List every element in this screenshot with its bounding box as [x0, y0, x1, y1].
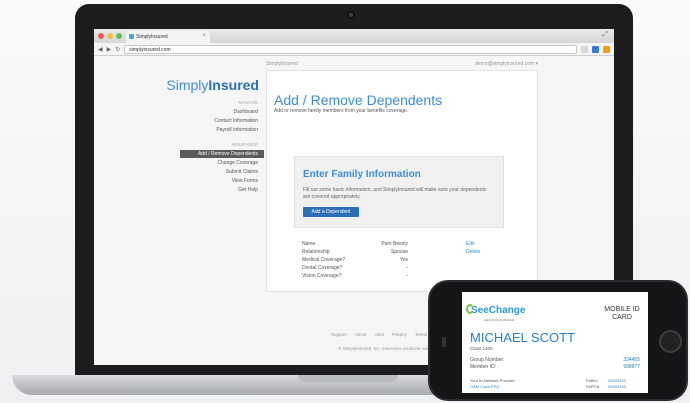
footer-link-jobs[interactable]: Jobs	[375, 332, 385, 337]
close-window-icon[interactable]	[98, 33, 104, 39]
maximize-window-icon[interactable]	[116, 33, 122, 39]
expand-icon[interactable]: ⤢	[602, 31, 608, 39]
browser-tab[interactable]: SimplyInsured ×	[126, 31, 210, 43]
browser-toolbar: ◀ ▶ ↻ simplyinsured.com	[94, 43, 614, 56]
network-label: Your In-Network Provider:	[470, 378, 516, 383]
topbar-brand[interactable]: SimplyInsured	[266, 61, 298, 67]
account-menu[interactable]: demo@simplyinsured.com ▾	[475, 61, 538, 67]
seechange-tagline: HEALTH INSURANCE	[484, 318, 515, 322]
member-id-value: 998877	[623, 364, 640, 370]
stage: SimplyInsured × ⤢ ◀ ▶ ↻ simplyinsured.co…	[0, 0, 690, 403]
footer-link-terms[interactable]: Terms	[415, 332, 427, 337]
sidebar-item-contact-information[interactable]: Contact Information	[214, 118, 258, 124]
sidebar-item-get-help[interactable]: Get Help	[238, 187, 258, 193]
add-dependent-button[interactable]: Add a Dependent	[303, 207, 359, 217]
table-row: Dental Coverage? -	[294, 265, 504, 273]
content-card: Add / Remove Dependents Add or remove fa…	[266, 70, 538, 292]
table-row: Relationship Spouse Delete	[294, 249, 504, 257]
nav-section-manage: MANAGE	[238, 100, 258, 105]
sidebar-item-change-coverage[interactable]: Change Coverage	[217, 160, 258, 166]
seechange-logo: SeeChange	[471, 305, 526, 316]
dependent-value: Pam Beesly	[381, 241, 408, 247]
extension-icon[interactable]	[581, 45, 588, 53]
member-id-label: Member ID:	[470, 364, 497, 370]
phone-speaker	[442, 337, 446, 347]
sidebar-item-add-remove-dependents[interactable]: Add / Remove Dependents	[180, 150, 264, 158]
dependent-label: Relationship	[302, 249, 330, 255]
page-subtitle: Add or remove family members from your b…	[274, 108, 409, 114]
tab-close-icon[interactable]: ×	[202, 33, 206, 39]
rxpcn-value: 03333333	[608, 384, 626, 389]
edit-link[interactable]: Edit	[466, 241, 475, 247]
dependent-label: Dental Coverage?	[302, 265, 343, 271]
table-row: Name Pam Beesly Edit	[294, 241, 504, 249]
member-class: Class 1400	[470, 346, 493, 351]
sidebar-item-dashboard[interactable]: Dashboard	[234, 109, 258, 115]
network-value: OAM Copa PPO	[470, 384, 500, 389]
address-bar[interactable]: simplyinsured.com	[124, 44, 577, 54]
dependent-label: Name	[302, 241, 316, 247]
sidebar-item-submit-claims[interactable]: Submit Claims	[226, 169, 258, 175]
camera-icon	[347, 11, 355, 19]
browser-tabbar: SimplyInsured × ⤢	[94, 29, 614, 43]
sidebar: SimplyInsured MANAGE Dashboard Contact I…	[94, 56, 264, 365]
table-row: Medical Coverage? Yes	[294, 257, 504, 265]
extension-icon[interactable]	[603, 45, 610, 53]
family-info-title: Enter Family Information	[303, 169, 421, 180]
footer-link-support[interactable]: Support	[331, 332, 347, 337]
nav-section-insurance: INSURANCE	[231, 142, 258, 147]
mobile-id-card: SeeChange HEALTH INSURANCE MOBILE ID CAR…	[462, 292, 648, 393]
dependent-label: Medical Coverage?	[302, 257, 346, 263]
dependent-value: Yes	[399, 257, 408, 263]
rxbin-label: RxBin:	[586, 378, 598, 383]
topbar: SimplyInsured demo@simplyinsured.com ▾	[266, 61, 538, 67]
family-info-text: Fill out some basic information, and Sim…	[303, 187, 487, 200]
extension-icon[interactable]	[592, 45, 599, 53]
dependent-value: -	[406, 273, 408, 279]
phone: SeeChange HEALTH INSURANCE MOBILE ID CAR…	[428, 280, 688, 401]
dependent-value: Spouse	[391, 249, 408, 255]
dependent-details: Name Pam Beesly Edit Relationship Spouse…	[294, 241, 504, 281]
dependent-value: -	[406, 265, 408, 271]
group-number-value: 334455	[623, 357, 640, 363]
copyright: © SimplyInsured, Inc. Insurance products…	[338, 346, 430, 351]
group-number-row: Group Number: 334455	[470, 357, 640, 363]
footer-link-about[interactable]: About	[355, 332, 367, 337]
footer-link-privacy[interactable]: Privacy	[392, 332, 407, 337]
rxpcn-label: RxPCN:	[586, 384, 601, 389]
back-icon[interactable]: ◀	[98, 46, 103, 53]
logo[interactable]: SimplyInsured	[166, 77, 259, 93]
family-info-box: Enter Family Information Fill out some b…	[294, 156, 504, 228]
page-title: Add / Remove Dependents	[274, 92, 443, 108]
dependent-label: Vision Coverage?	[302, 273, 342, 279]
group-number-label: Group Number:	[470, 357, 505, 363]
rxbin-value: 03333333	[608, 378, 626, 383]
member-id-row: Member ID: 998877	[470, 364, 640, 370]
minimize-window-icon[interactable]	[107, 33, 113, 39]
favicon-icon	[129, 34, 134, 39]
tab-title: SimplyInsured	[136, 34, 168, 40]
home-button[interactable]	[659, 330, 682, 353]
forward-icon[interactable]: ▶	[107, 46, 112, 53]
mobile-id-label: MOBILE ID CARD	[604, 306, 640, 321]
reload-icon[interactable]: ↻	[115, 46, 120, 53]
delete-link[interactable]: Delete	[466, 249, 480, 255]
sidebar-item-payroll-information[interactable]: Payroll Information	[216, 127, 258, 133]
window-controls	[98, 33, 122, 39]
laptop-notch	[298, 375, 398, 382]
member-name: MICHAEL SCOTT	[470, 330, 575, 345]
sidebar-item-view-forms[interactable]: View Forms	[232, 178, 258, 184]
footer-links: Support About Jobs Privacy Terms	[331, 332, 427, 337]
